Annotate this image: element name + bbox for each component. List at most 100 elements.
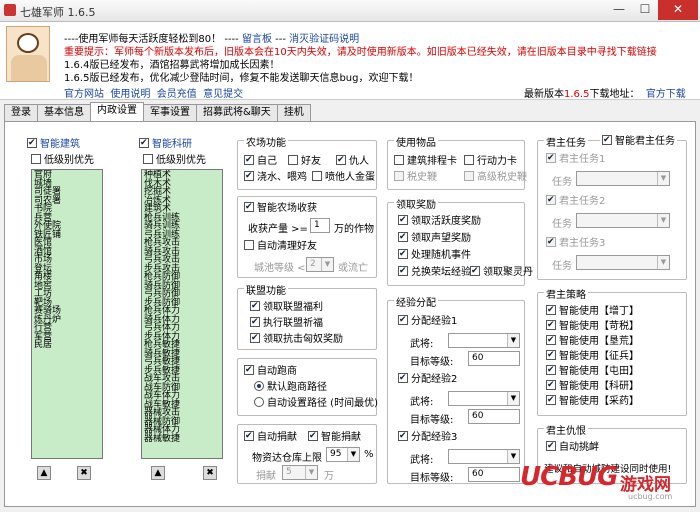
exp-3-level-input[interactable]: 60	[468, 467, 520, 482]
exp-3-general-select[interactable]: ▼	[448, 449, 520, 464]
exp-1-level-input[interactable]: 60	[468, 351, 520, 366]
smart-harvest-checkbox[interactable]: 智能农场收获	[244, 201, 317, 215]
strategy-1-checkbox[interactable]: 智能使用【增丁】	[546, 304, 639, 318]
adv-tax-whip-checkbox[interactable]: 高级税史鞭	[464, 171, 527, 184]
exp-1-general-select[interactable]: ▼	[448, 333, 520, 348]
exp-distribution-group: 经验分配 分配经验1 武将: ▼ 目标等级: 60 分配经验2 武将: ▼ 目标…	[387, 294, 525, 484]
move-up-button[interactable]: ▲	[37, 466, 51, 480]
lord-task-3-select[interactable]: ▼	[576, 255, 670, 270]
auto-donate-checkbox[interactable]: 自动捐献	[244, 430, 297, 444]
build-card-checkbox[interactable]: 建筑排程卡	[394, 155, 457, 168]
alliance-pray-checkbox[interactable]: 执行联盟祈福	[250, 316, 323, 330]
research-low-first-checkbox[interactable]: 低级别优先	[143, 154, 206, 167]
building-list[interactable]: 官府 城墙 司徒署 司农署 书院 兵营 外使院 铁匠铺 医馆 酒馆 市场 登坛 角楼 地窖 工坊 靶场 赛骑场炼…	[31, 169, 103, 459]
exchange-exp-checkbox[interactable]: 兑换荣坛经验	[398, 265, 471, 279]
strategy-4-checkbox[interactable]: 智能使用【征兵】	[546, 349, 639, 363]
rewards-group-title: 领取奖励	[394, 196, 438, 211]
exp-3-general-label: 武将:	[410, 455, 434, 466]
delete-button[interactable]: ✖	[77, 466, 91, 480]
active-reward-checkbox[interactable]: 领取活跃度奖励	[398, 214, 481, 228]
maximize-button[interactable]: ☐	[632, 0, 658, 20]
prestige-reward-checkbox[interactable]: 领取声望奖励	[398, 231, 471, 245]
minimize-button[interactable]: —	[606, 0, 632, 20]
warehouse-cap-select[interactable]: 95 ▼	[326, 447, 360, 462]
exp-2-level-input[interactable]: 60	[468, 409, 520, 424]
tax-whip-label: 税史鞭	[407, 172, 437, 183]
farm-own-checkbox[interactable]: 自己	[244, 154, 277, 168]
strategy-7-checkbox[interactable]: 智能使用【采药】	[546, 394, 639, 408]
research-list[interactable]: 种植术 伐木术 挖掘术 冶炼术 建筑术 枪兵训练 骑兵训练 弓兵训练 枪兵攻击 骑兵攻击 弓兵攻击步…	[141, 169, 223, 459]
lord-strategy-group-title: 君主策略	[544, 286, 588, 301]
anti-xiongnu-checkbox[interactable]: 领取抗击匈奴奖励	[250, 332, 343, 346]
spirit-pill-checkbox[interactable]: 领取聚灵丹	[470, 265, 533, 279]
link-official-site[interactable]: 官方网站	[64, 89, 104, 100]
link-vip[interactable]: 会员充值	[157, 89, 197, 100]
exchange-exp-label: 兑换荣坛经验	[411, 267, 471, 278]
lord-task-1-checkbox[interactable]: 君主任务1	[546, 152, 605, 166]
smart-donate-label: 智能捐献	[321, 432, 361, 443]
farm-group: 农场功能 自己 好友 仇人 浇水、喂鸡 喷他人金蛋	[237, 134, 377, 190]
exp-1-general-label: 武将:	[410, 339, 434, 350]
lord-task-2-select[interactable]: ▼	[576, 213, 670, 228]
custom-route-radio[interactable]: 自动设置路径 (时间最优)	[254, 397, 378, 410]
use-items-group: 使用物品 建筑排程卡 行动力卡 税史鞭 高级税史鞭	[387, 134, 527, 190]
build-low-first-checkbox[interactable]: 低级别优先	[31, 154, 94, 167]
exp-2-checkbox[interactable]: 分配经验2	[398, 372, 457, 386]
default-route-radio[interactable]: 默认跑商路径	[254, 381, 327, 394]
auto-trade-group: 自动跑商 默认跑商路径 自动设置路径 (时间最优)	[237, 358, 378, 416]
tab-login[interactable]: 登录	[4, 104, 38, 121]
exp-1-level-label: 目标等级:	[410, 357, 454, 368]
link-manual[interactable]: 使用说明	[110, 89, 150, 100]
research-list-item[interactable]: 器械敏捷	[144, 434, 220, 444]
smart-donate-checkbox[interactable]: 智能捐献	[308, 430, 361, 444]
strategy-6-checkbox[interactable]: 智能使用【科研】	[546, 379, 639, 393]
farm-friend-label: 好友	[301, 156, 321, 167]
lord-task-3-checkbox[interactable]: 君主任务3	[546, 236, 605, 250]
watermark-logo: UCBUG	[520, 462, 618, 492]
random-event-checkbox[interactable]: 处理随机事件	[398, 248, 471, 262]
auto-trade-checkbox[interactable]: 自动跑商	[244, 364, 297, 378]
farm-spray-checkbox[interactable]: 喷他人金蛋	[312, 171, 375, 184]
smart-research-checkbox[interactable]: 智能科研	[139, 137, 192, 151]
yield-input[interactable]: 1	[310, 218, 330, 233]
download-link[interactable]: 官方下载	[646, 89, 686, 100]
app-icon	[4, 4, 16, 16]
city-level-select[interactable]: 2 ▼	[306, 257, 334, 272]
farm-enemy-checkbox[interactable]: 仇人	[336, 154, 369, 168]
close-button[interactable]: ✕	[658, 0, 698, 20]
strategy-2-checkbox[interactable]: 智能使用【苛税】	[546, 319, 639, 333]
tax-whip-checkbox[interactable]: 税史鞭	[394, 171, 437, 184]
lord-task-1-select[interactable]: ▼	[576, 171, 670, 186]
exp-3-checkbox[interactable]: 分配经验3	[398, 430, 457, 444]
strategy-3-checkbox[interactable]: 智能使用【垦荒】	[546, 334, 639, 348]
link-feedback[interactable]: 意见提交	[203, 89, 243, 100]
lord-task-2-checkbox[interactable]: 君主任务2	[546, 194, 605, 208]
auto-provoke-checkbox[interactable]: 自动挑衅	[546, 440, 599, 454]
exp-1-checkbox[interactable]: 分配经验1	[398, 314, 457, 328]
research-move-up-button[interactable]: ▲	[151, 466, 165, 480]
building-list-item[interactable]: 民居	[34, 341, 100, 350]
farm-friend-checkbox[interactable]: 好友	[288, 155, 321, 168]
auto-clear-friend-checkbox[interactable]: 自动清理好友	[244, 240, 317, 253]
yield-unit: 万的作物	[334, 224, 374, 235]
lord-task-group-title: 君主任务	[544, 134, 588, 149]
exp-2-general-select[interactable]: ▼	[448, 391, 520, 406]
smart-build-checkbox[interactable]: 智能建筑	[27, 137, 80, 151]
tab-idle[interactable]: 挂机	[276, 104, 311, 121]
strategy-5-checkbox[interactable]: 智能使用【屯田】	[546, 364, 639, 378]
research-delete-button[interactable]: ✖	[203, 466, 217, 480]
donate-amount-select[interactable]: 5 ▼	[282, 465, 318, 480]
move-card-checkbox[interactable]: 行动力卡	[464, 155, 517, 168]
tab-recruit-chat[interactable]: 招募武将&聊天	[196, 104, 278, 121]
alliance-welfare-checkbox[interactable]: 领取联盟福利	[250, 300, 323, 314]
or-exile-label: 或流亡	[338, 263, 368, 274]
tab-basic-info[interactable]: 基本信息	[37, 104, 91, 121]
warehouse-cap-label: 物资达仓库上限	[252, 453, 322, 464]
smart-lord-task-checkbox[interactable]: 智能君主任务	[600, 134, 677, 148]
tab-internal-settings[interactable]: 内政设置	[90, 102, 144, 121]
custom-route-label: 自动设置路径 (时间最优)	[267, 398, 378, 409]
avatar	[6, 26, 50, 82]
auto-trade-label: 自动跑商	[257, 366, 297, 377]
tab-military-settings[interactable]: 军事设置	[143, 104, 197, 121]
farm-water-checkbox[interactable]: 浇水、喂鸡	[244, 170, 307, 184]
